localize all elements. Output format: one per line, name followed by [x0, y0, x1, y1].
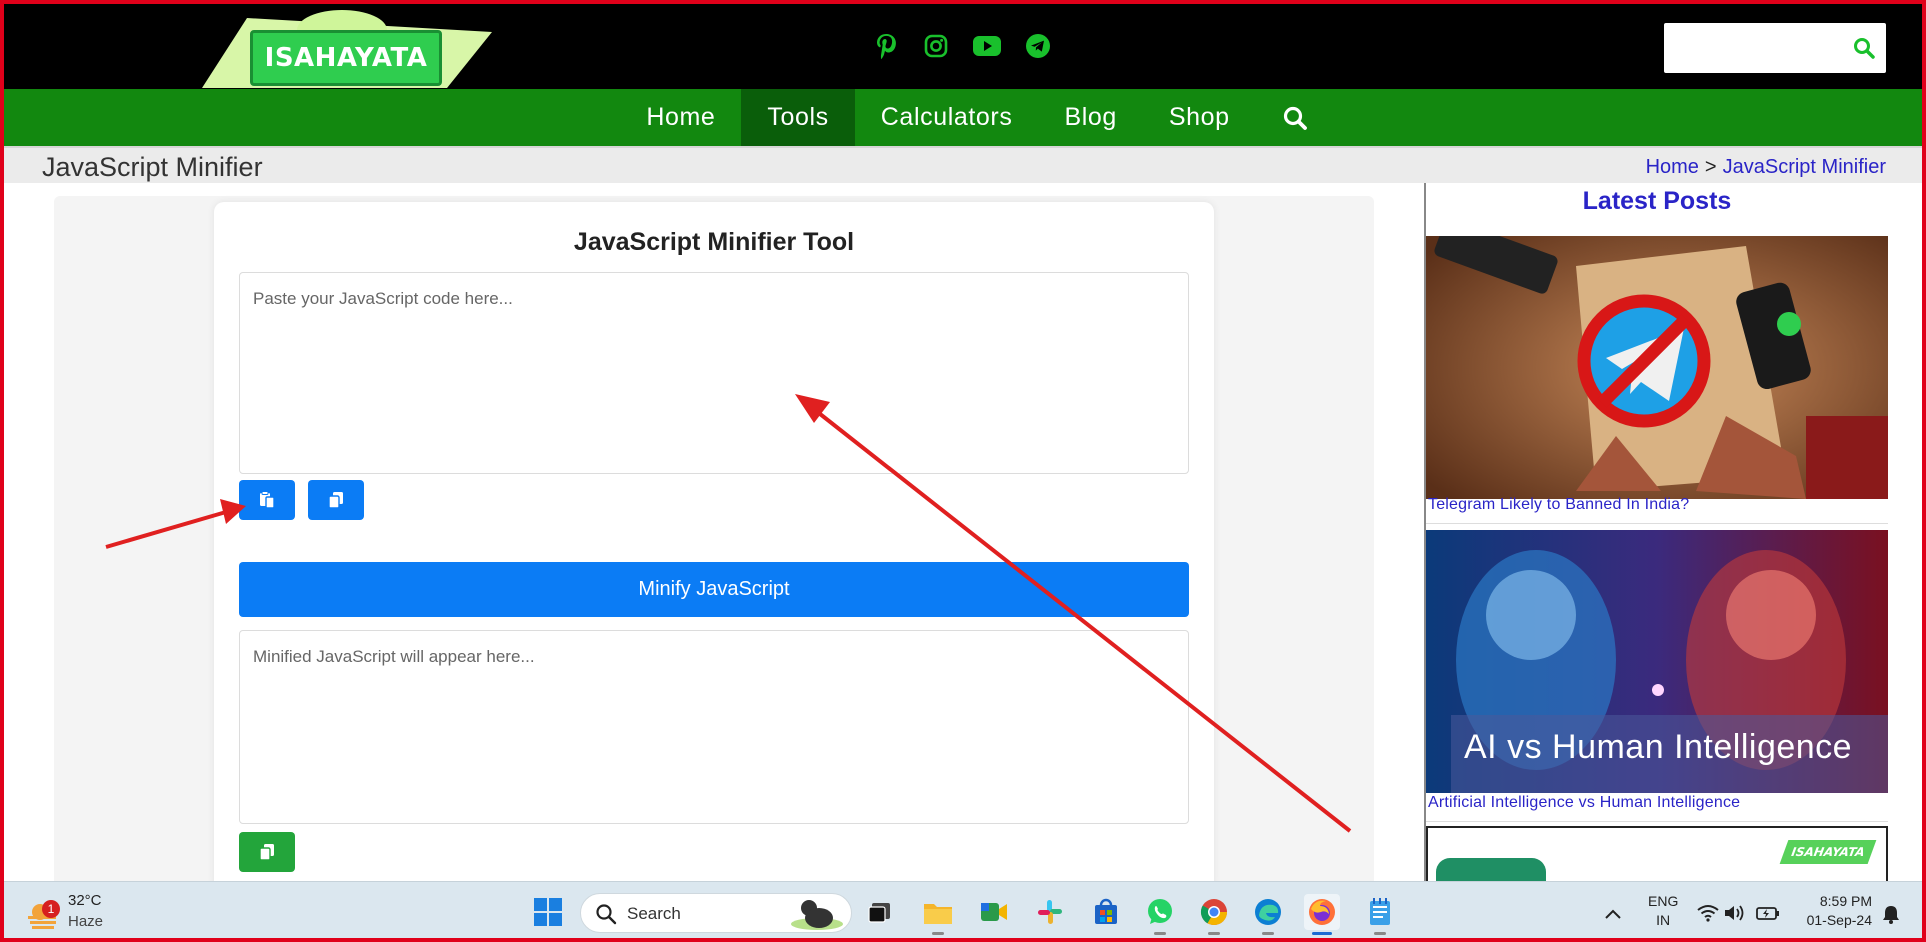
- logo-text[interactable]: ISAHAYATA: [250, 30, 442, 86]
- latest-posts-title: Latest Posts: [1582, 187, 1732, 215]
- folder-icon: [924, 904, 952, 924]
- nav-blog[interactable]: Blog: [1038, 89, 1142, 146]
- nav-shop[interactable]: Shop: [1143, 89, 1256, 146]
- region-code: IN: [1656, 912, 1671, 928]
- main-nav: Home Tools Calculators Blog Shop: [0, 89, 1926, 146]
- notepad-icon: [1370, 898, 1390, 925]
- nav-home[interactable]: Home: [620, 89, 741, 146]
- post-divider: [1426, 523, 1888, 524]
- header-search-input[interactable]: [1664, 23, 1844, 73]
- weather-condition: Haze: [68, 913, 104, 930]
- tool-title: JavaScript Minifier Tool: [573, 228, 855, 256]
- slack-icon: [1038, 900, 1062, 924]
- post-link-telegram[interactable]: Telegram Likely to Banned In India?: [1428, 496, 1689, 514]
- slack-button[interactable]: [1032, 894, 1068, 930]
- page-title: JavaScript Minifier: [42, 152, 263, 182]
- start-button[interactable]: [530, 894, 566, 930]
- running-indicator: [1374, 932, 1386, 935]
- show-hidden-icons-chevron-icon[interactable]: [1604, 908, 1622, 920]
- copy-icon: [328, 492, 343, 509]
- weather-notification-badge: 1: [42, 900, 60, 918]
- task-view-icon: [868, 903, 890, 923]
- breadcrumb-current[interactable]: JavaScript Minifier: [1723, 156, 1886, 178]
- post-divider: [1426, 821, 1888, 822]
- wifi-icon[interactable]: [1697, 904, 1719, 922]
- paste-button[interactable]: [239, 480, 295, 520]
- running-indicator: [932, 932, 944, 935]
- store-button[interactable]: [1088, 894, 1124, 930]
- post-image-telegram[interactable]: [1426, 236, 1888, 499]
- pinterest-icon[interactable]: [872, 32, 900, 60]
- js-input-textarea[interactable]: [239, 272, 1189, 474]
- taskbar-search-label: Search: [627, 904, 681, 923]
- minify-button[interactable]: Minify JavaScript: [239, 562, 1189, 617]
- paste-icon: [260, 491, 275, 509]
- running-indicator: [1262, 932, 1274, 935]
- running-indicator: [1208, 932, 1220, 935]
- post-image-ai-vs-human[interactable]: AI vs Human Intelligence: [1426, 530, 1888, 793]
- top-header: ISAHAYATA: [0, 0, 1926, 89]
- running-indicator: [1154, 932, 1166, 935]
- js-output-textarea[interactable]: [239, 630, 1189, 824]
- third-post-logo-badge: ISAHAYATA: [1779, 840, 1877, 864]
- search-highlight-gorilla-icon: [791, 900, 843, 930]
- windows-icon: [534, 898, 562, 926]
- meet-app-button[interactable]: [976, 894, 1012, 930]
- chrome-icon: [1200, 899, 1228, 926]
- chrome-button[interactable]: [1196, 894, 1232, 935]
- minifier-tool-card: JavaScript Minifier Tool Minify JavaScri…: [214, 202, 1214, 892]
- weather-widget[interactable]: 1 32°C Haze: [26, 892, 116, 934]
- file-explorer-button[interactable]: [920, 894, 956, 935]
- task-view-button[interactable]: [862, 894, 898, 930]
- taskbar-search[interactable]: Search: [580, 893, 852, 933]
- whatsapp-icon: [1148, 899, 1172, 924]
- battery-icon[interactable]: [1756, 905, 1780, 921]
- youtube-icon[interactable]: [972, 32, 1002, 60]
- search-icon[interactable]: [1852, 36, 1876, 60]
- notification-bell-icon[interactable]: [1882, 904, 1900, 924]
- volume-icon[interactable]: [1723, 904, 1745, 922]
- telegram-icon[interactable]: [1024, 32, 1052, 60]
- copy-input-button[interactable]: [308, 480, 364, 520]
- nav-tools[interactable]: Tools: [741, 89, 855, 146]
- breadcrumb-separator: >: [1704, 156, 1717, 178]
- running-indicator: [1312, 932, 1332, 935]
- page-title-bar: JavaScript Minifier Home > JavaScript Mini…: [0, 146, 1926, 183]
- copy-output-button[interactable]: [239, 832, 295, 872]
- post-image-third[interactable]: ISAHAYATA: [1426, 826, 1888, 886]
- edge-icon: [1255, 899, 1281, 925]
- language-code: ENG: [1648, 893, 1679, 909]
- notepad-button[interactable]: [1362, 894, 1398, 935]
- post-link-ai-vs-human[interactable]: Artificial Intelligence vs Human Intelli…: [1428, 794, 1740, 812]
- firefox-icon: [1309, 899, 1335, 925]
- breadcrumb-home[interactable]: Home: [1646, 156, 1699, 178]
- nav-calculators[interactable]: Calculators: [855, 89, 1039, 146]
- weather-temperature: 32°C: [68, 892, 102, 909]
- instagram-icon[interactable]: [922, 32, 950, 60]
- nav-search-icon[interactable]: [1256, 89, 1334, 146]
- store-icon: [1095, 898, 1117, 924]
- windows-taskbar: 1 32°C Haze Search ENG IN 8:59 PM 01-Sep…: [0, 881, 1926, 942]
- clock-time: 8:59 PM: [1819, 893, 1872, 909]
- video-call-icon: [981, 903, 1007, 921]
- copy-icon: [259, 844, 274, 861]
- social-links: [872, 32, 1052, 60]
- clock[interactable]: 8:59 PM 01-Sep-24: [1786, 892, 1872, 930]
- firefox-button[interactable]: [1304, 894, 1340, 935]
- latest-posts-sidebar: Latest Posts Telegram Likely to Banned I…: [1424, 183, 1888, 886]
- breadcrumb: Home > JavaScript Minifier: [1646, 156, 1886, 179]
- whatsapp-button[interactable]: [1142, 894, 1178, 935]
- post-image-caption: AI vs Human Intelligence: [1464, 728, 1853, 766]
- clock-date: 01-Sep-24: [1806, 912, 1872, 928]
- language-indicator[interactable]: ENG IN: [1648, 892, 1678, 930]
- edge-button[interactable]: [1250, 894, 1286, 935]
- header-search: [1664, 23, 1886, 73]
- search-icon: [596, 904, 617, 925]
